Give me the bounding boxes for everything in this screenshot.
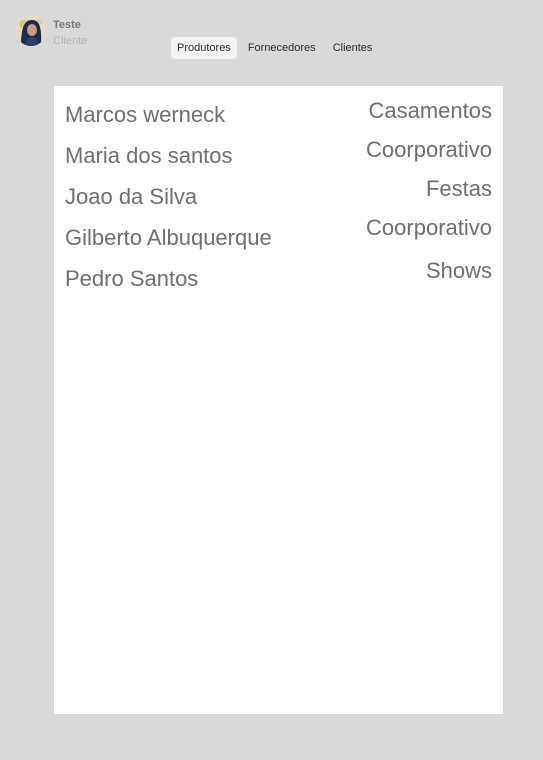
user-name: Teste: [53, 19, 81, 31]
list-item-name: Pedro Santos: [65, 266, 199, 291]
list-item-name: Gilberto Albuquerque: [65, 225, 272, 250]
tab-fornecedores[interactable]: Fornecedores: [242, 37, 322, 59]
avatar-image: [16, 16, 46, 46]
list-item-name: Joao da Silva: [65, 184, 198, 209]
list-item[interactable]: Pedro Santos Shows: [65, 258, 492, 292]
avatar[interactable]: [16, 16, 46, 46]
list-item-name: Maria dos santos: [65, 143, 233, 168]
list-item-category: Festas: [425, 176, 492, 201]
list-item[interactable]: Marcos werneck Casamentos: [65, 98, 492, 128]
tab-produtores[interactable]: Produtores: [171, 37, 237, 59]
list-item-category: Shows: [425, 258, 492, 283]
tab-bar: Produtores Fornecedores Clientes: [171, 37, 383, 59]
user-role: Cliente: [53, 35, 88, 47]
list-item-category: Coorporativo: [366, 215, 492, 240]
producers-list-panel: Marcos werneck Casamentos Maria dos sant…: [54, 86, 503, 714]
tab-clientes[interactable]: Clientes: [327, 37, 379, 59]
user-profile: Teste Cliente: [16, 16, 87, 49]
list-item-category: Casamentos: [368, 98, 492, 123]
list-item[interactable]: Maria dos santos Coorporativo: [65, 137, 492, 169]
list-item-name: Marcos werneck: [65, 102, 226, 127]
list-item[interactable]: Joao da Silva Festas: [65, 176, 492, 210]
list-item[interactable]: Gilberto Albuquerque Coorporativo: [65, 215, 492, 251]
list-item-category: Coorporativo: [366, 137, 492, 162]
